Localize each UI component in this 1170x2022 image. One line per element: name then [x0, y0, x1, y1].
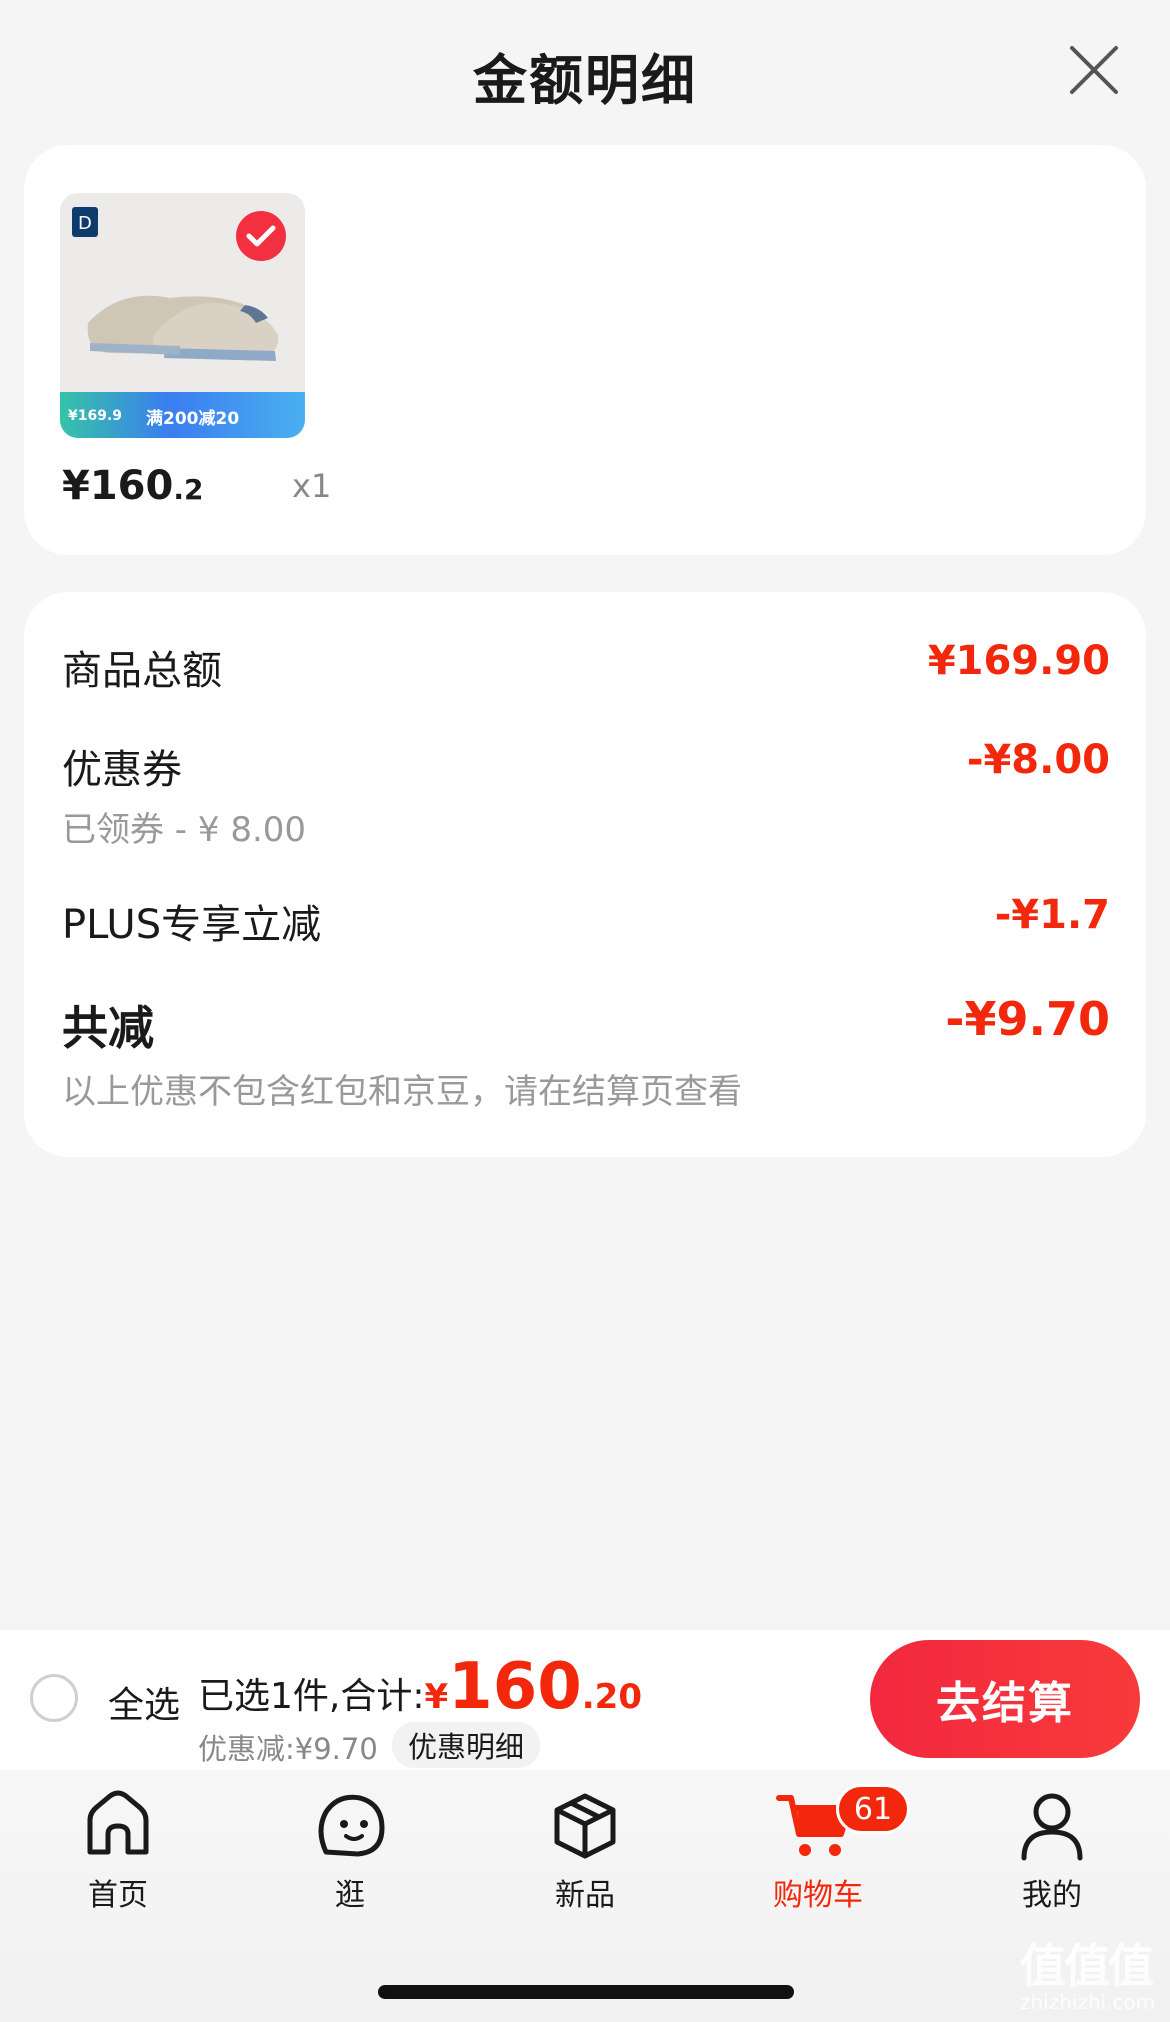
tab-browse[interactable]: 逛 [270, 1790, 430, 1920]
summary-prefix: 已选1件,合计: [198, 1676, 425, 1717]
selection-summary: 已选1件,合计:¥160.20 [198, 1650, 642, 1724]
coupon-subtext: 已领券 - ¥ 8.00 [62, 810, 307, 850]
user-icon [1021, 1793, 1083, 1861]
checkout-button[interactable]: 去结算 [870, 1640, 1140, 1758]
watermark-url: zhizhizhi.com [1020, 1990, 1156, 2014]
product-price-decimal: .2 [173, 473, 204, 506]
new-cube-icon [554, 1793, 616, 1859]
select-all-radio[interactable] [30, 1674, 78, 1722]
total-discount-label: 共减 [62, 1001, 154, 1055]
tab-browse-label: 逛 [335, 1878, 365, 1913]
home-indicator [378, 1985, 794, 1999]
tab-home[interactable]: 首页 [38, 1790, 198, 1920]
total-discount-value: -¥9.70 [945, 992, 1110, 1046]
items-total-label: 商品总额 [62, 648, 222, 694]
product-thumbnail[interactable]: D ¥169.9 满200减20 [60, 193, 305, 438]
home-icon [87, 1790, 149, 1855]
promo-banner: ¥169.9 满200减20 [60, 392, 305, 438]
items-total-value: ¥169.90 [927, 638, 1110, 684]
select-all-label[interactable]: 全选 [108, 1676, 180, 1728]
product-price-main: ¥160 [62, 463, 174, 509]
tab-cart-label: 购物车 [773, 1878, 863, 1913]
discount-note: 以上优惠不包含红包和京豆，请在结算页查看 [62, 1072, 742, 1112]
selected-check-icon[interactable] [236, 211, 286, 261]
tab-new-label: 新品 [555, 1878, 615, 1913]
watermark-logo: 值值值 [1020, 1939, 1154, 1993]
tab-home-label: 首页 [88, 1878, 148, 1913]
sheet-title: 金额明细 [473, 49, 697, 112]
cart-count-badge: 61 [836, 1784, 910, 1834]
total-amount: ¥160.20 [424, 1650, 642, 1724]
brand-logo-text: D [78, 213, 92, 234]
total-integer: 160 [448, 1650, 582, 1724]
amount-detail-sheet: 金额明细 D ¥169.9 满200减20 ¥160.2 x1 商品总额 ¥16… [0, 0, 1170, 1630]
browse-face-icon [318, 1794, 385, 1857]
discount-summary: 优惠减:¥9.70 [198, 1732, 378, 1766]
plus-discount-value: -¥1.7 [994, 892, 1110, 938]
checkout-bar: 全选 已选1件,合计:¥160.20 优惠减:¥9.70 优惠明细 去结算 [0, 1630, 1170, 1770]
tab-cart[interactable]: 61 购物车 [738, 1784, 910, 1920]
discount-detail-button[interactable]: 优惠明细 [392, 1722, 541, 1768]
product-price: ¥160.2 [62, 463, 203, 509]
tab-mine[interactable]: 我的 [972, 1790, 1132, 1920]
plus-discount-label: PLUS专享立减 [62, 902, 322, 948]
total-decimal: .20 [581, 1677, 642, 1717]
tab-new[interactable]: 新品 [505, 1790, 665, 1920]
promo-text: 满200减20 [146, 409, 240, 429]
product-card: D ¥169.9 满200减20 ¥160.2 x1 [24, 145, 1146, 555]
coupon-label: 优惠券 [62, 747, 182, 793]
promo-price: ¥169.9 [68, 408, 123, 424]
tab-mine-label: 我的 [1022, 1878, 1082, 1913]
total-currency: ¥ [424, 1677, 449, 1717]
close-icon[interactable] [1068, 44, 1120, 96]
product-quantity: x1 [292, 467, 332, 505]
coupon-value: -¥8.00 [966, 737, 1110, 783]
amount-breakdown-card: 商品总额 ¥169.90 优惠券 -¥8.00 已领券 - ¥ 8.00 PLU… [24, 592, 1146, 1157]
